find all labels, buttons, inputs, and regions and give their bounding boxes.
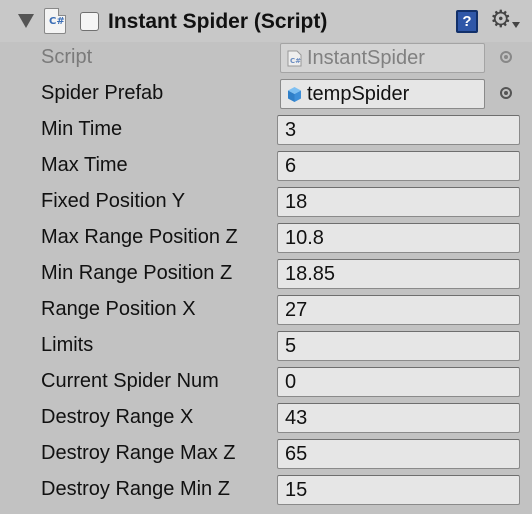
field-label: Range Position X — [41, 298, 196, 320]
field-row: Destroy Range Min Z 15 — [0, 472, 532, 508]
field-row: Destroy Range X 43 — [0, 400, 532, 436]
help-book-icon[interactable]: ? — [456, 10, 478, 33]
spider-prefab-row: Spider Prefab tempSpider — [0, 76, 532, 112]
fixed-position-y-input[interactable]: 18 — [277, 187, 520, 217]
field-label: Current Spider Num — [41, 370, 219, 392]
field-label: Limits — [41, 334, 94, 356]
script-field: C# InstantSpider — [280, 43, 485, 73]
spider-prefab-field[interactable]: tempSpider — [280, 79, 485, 109]
gear-icon[interactable]: ⚙ — [490, 8, 512, 32]
destroy-range-x-input[interactable]: 43 — [277, 403, 520, 433]
script-label: Script — [41, 46, 93, 68]
component-enable-checkbox[interactable] — [80, 12, 99, 31]
inspector-component-panel: C# Instant Spider (Script) ? ⚙ Script C#… — [0, 0, 532, 514]
script-value: InstantSpider — [307, 47, 425, 69]
field-label: Destroy Range Max Z — [41, 442, 236, 464]
cs-script-icon: C# — [44, 8, 66, 34]
field-label: Max Range Position Z — [41, 226, 238, 248]
prefab-cube-icon — [288, 87, 301, 102]
limits-input[interactable]: 5 — [277, 331, 520, 361]
field-label: Max Time — [41, 154, 128, 176]
field-label: Fixed Position Y — [41, 190, 186, 212]
destroy-range-max-z-input[interactable]: 65 — [277, 439, 520, 469]
svg-text:C#: C# — [290, 57, 301, 65]
component-header[interactable]: C# Instant Spider (Script) ? ⚙ — [0, 0, 532, 42]
field-label: Destroy Range Min Z — [41, 478, 230, 500]
cs-script-file-icon: C# — [287, 50, 302, 67]
field-row: Destroy Range Max Z 65 — [0, 436, 532, 472]
script-icon-fold — [58, 8, 66, 16]
component-title: Instant Spider (Script) — [108, 10, 328, 33]
gear-dropdown-caret-icon — [512, 22, 520, 28]
max-time-input[interactable]: 6 — [277, 151, 520, 181]
destroy-range-min-z-input[interactable]: 15 — [277, 475, 520, 505]
script-row: Script C# InstantSpider — [0, 40, 532, 76]
min-time-input[interactable]: 3 — [277, 115, 520, 145]
field-row: Min Range Position Z 18.85 — [0, 256, 532, 292]
script-icon-text: C# — [49, 16, 65, 27]
field-row: Fixed Position Y 18 — [0, 184, 532, 220]
spider-prefab-label: Spider Prefab — [41, 82, 164, 104]
field-row: Max Range Position Z 10.8 — [0, 220, 532, 256]
field-row: Range Position X 27 — [0, 292, 532, 328]
foldout-triangle-icon[interactable] — [18, 14, 34, 28]
field-row: Current Spider Num 0 — [0, 364, 532, 400]
min-range-position-z-input[interactable]: 18.85 — [277, 259, 520, 289]
field-row: Max Time 6 — [0, 148, 532, 184]
field-label: Min Range Position Z — [41, 262, 233, 284]
field-row: Limits 5 — [0, 328, 532, 364]
field-row: Min Time 3 — [0, 112, 532, 148]
object-picker-icon — [500, 51, 512, 63]
field-label: Destroy Range X — [41, 406, 194, 428]
range-position-x-input[interactable]: 27 — [277, 295, 520, 325]
current-spider-num-input[interactable]: 0 — [277, 367, 520, 397]
field-label: Min Time — [41, 118, 123, 140]
max-range-position-z-input[interactable]: 10.8 — [277, 223, 520, 253]
spider-prefab-value: tempSpider — [307, 83, 410, 105]
object-picker-icon[interactable] — [500, 87, 512, 99]
